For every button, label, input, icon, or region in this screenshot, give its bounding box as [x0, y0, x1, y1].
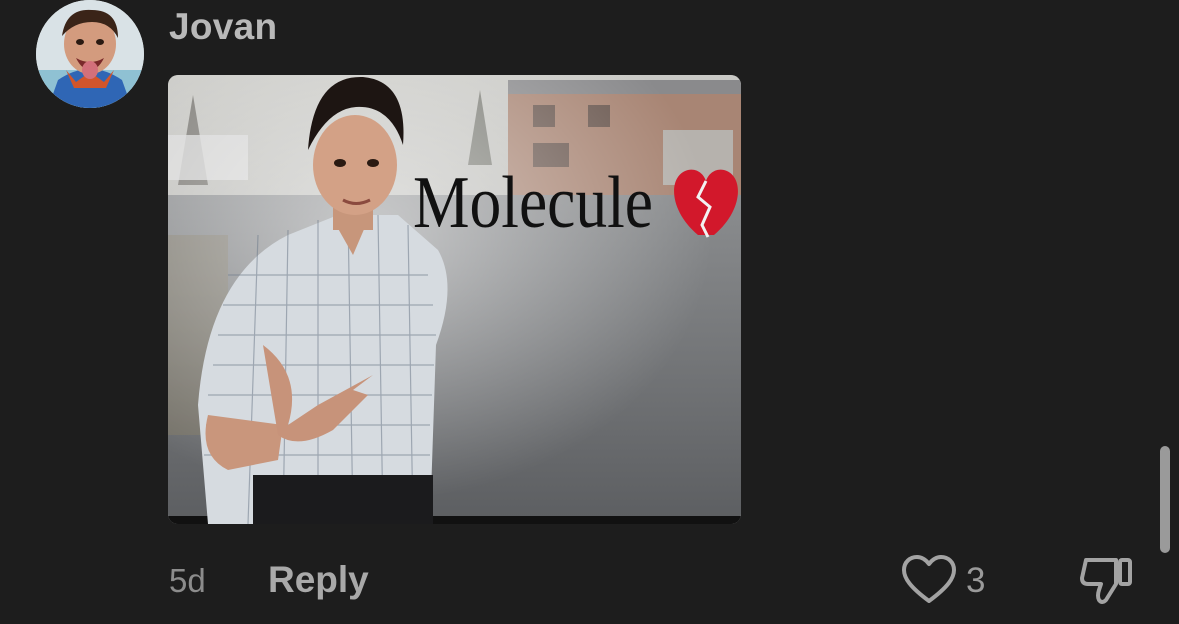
meme-caption-text: Molecule — [413, 162, 653, 244]
reply-button[interactable]: Reply — [268, 559, 369, 601]
comment-image-attachment[interactable]: Molecule — [168, 75, 741, 524]
meme-image: Molecule — [168, 75, 741, 524]
comment-item: Jovan Molecule 5d Reply 3 — [0, 0, 1179, 624]
comment-timestamp: 5d — [169, 562, 206, 599]
comment-username[interactable]: Jovan — [169, 6, 277, 48]
dislike-button[interactable] — [1078, 554, 1136, 606]
like-count: 3 — [966, 561, 986, 600]
like-button[interactable] — [900, 553, 958, 607]
thumbs-down-icon — [1080, 558, 1132, 604]
heart-outline-icon — [902, 555, 956, 603]
user-avatar[interactable] — [36, 0, 144, 108]
avatar-image — [36, 0, 144, 108]
scrollbar-thumb[interactable] — [1160, 446, 1170, 553]
